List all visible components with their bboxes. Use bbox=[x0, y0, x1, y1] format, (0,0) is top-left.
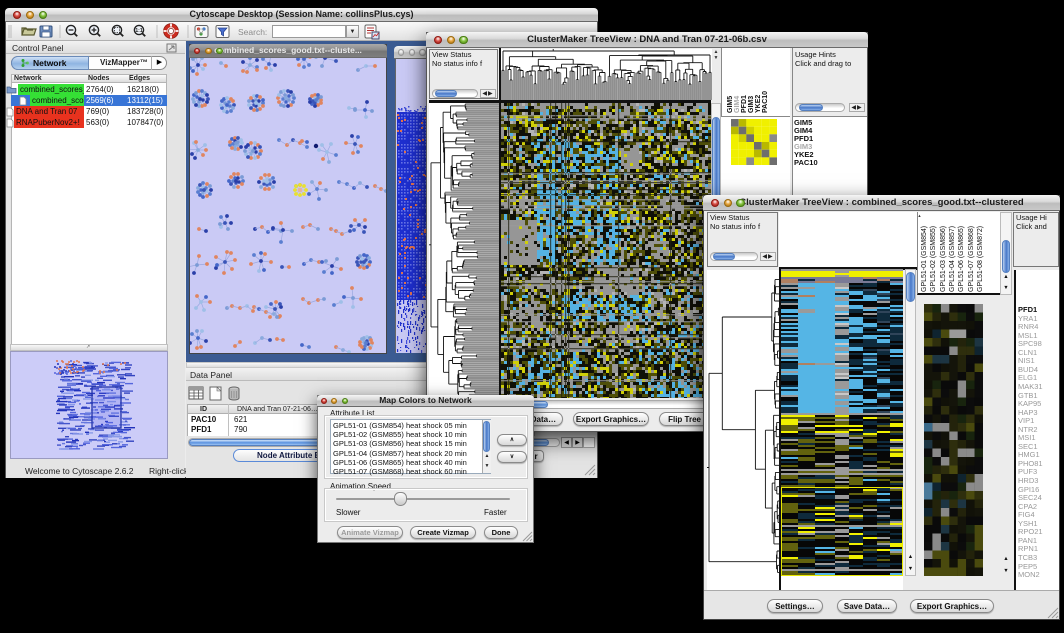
svg-text:1:1: 1:1 bbox=[135, 28, 142, 34]
